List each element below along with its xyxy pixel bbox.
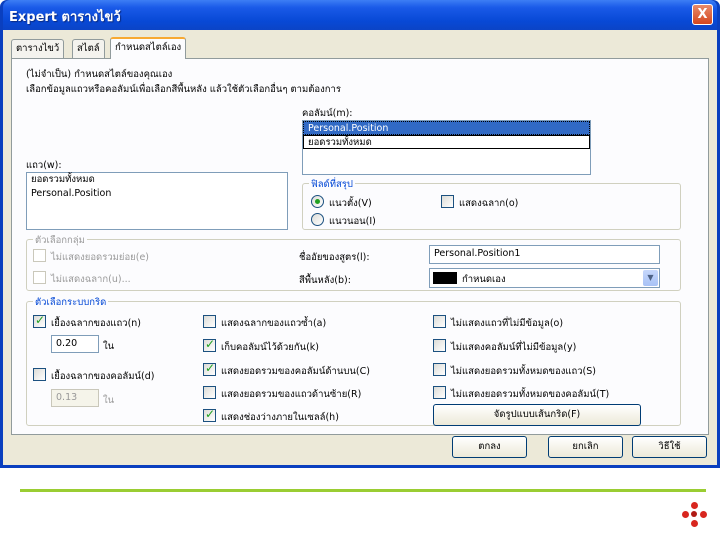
hide-row-grand-total-checkbox[interactable] <box>433 363 446 376</box>
cell-margins-checkbox[interactable] <box>203 407 216 422</box>
hide-empty-cols-checkbox[interactable] <box>433 339 446 352</box>
col-totals-top-checkbox[interactable] <box>203 361 216 376</box>
col-totals-top-label: แสดงยอดรวมของคอลัมน์ด้านบน(C) <box>221 366 370 377</box>
horizontal-radio[interactable] <box>311 213 324 226</box>
repeat-row-labels-label: แสดงฉลากของแถวซ้ำ(a) <box>221 318 327 329</box>
chevron-down-icon[interactable]: ▼ <box>643 270 658 286</box>
vertical-radio[interactable] <box>311 195 324 208</box>
summary-fields-group: ฟิลด์ที่สรุป แนวตั้ง(V) แนวนอน(I) แสดงฉล… <box>302 177 681 230</box>
indent-rows-checkbox[interactable] <box>33 313 46 328</box>
help-button[interactable]: วิธีใช้ <box>632 436 707 458</box>
hide-empty-rows-checkbox[interactable] <box>433 315 446 328</box>
dialog-body: ตารางไขว้ สไตล์ กำหนดสไตล์เอง (ไม่จำเป็น… <box>3 30 717 465</box>
grid-options-legend: ตัวเลือกระบบกริด <box>33 295 109 310</box>
rows-listbox[interactable]: ยอดรวมทั้งหมด Personal.Position <box>26 172 288 230</box>
row-totals-left-checkbox[interactable] <box>203 386 216 399</box>
show-label-checkbox[interactable] <box>441 195 454 208</box>
hide-label-checkbox[interactable] <box>33 271 46 284</box>
hide-col-grand-total-label: ไม่แสดงยอดรวมทั้งหมดของคอลัมน์(T) <box>451 389 610 400</box>
background-value: กำหนดเอง <box>462 274 506 285</box>
flower-logo-icon <box>680 500 710 530</box>
list-item[interactable]: ยอดรวมทั้งหมด <box>303 135 590 149</box>
hide-empty-cols-label: ไม่แสดงคอลัมน์ที่ไม่มีข้อมูล(y) <box>451 342 577 353</box>
show-label-text: แสดงฉลาก(o) <box>459 198 519 209</box>
hide-empty-rows-label: ไม่แสดงแถวที่ไม่มีข้อมูล(o) <box>451 318 564 329</box>
hide-subtotal-checkbox[interactable] <box>33 249 46 262</box>
columns-listbox[interactable]: Personal.Position ยอดรวมทั้งหมด <box>302 120 591 175</box>
color-swatch <box>433 272 457 284</box>
cell-margins-label: แสดงช่องว่างภายในเซลล์(h) <box>221 412 339 423</box>
intro-line-1: (ไม่จำเป็น) กำหนดสไตล์ของคุณเอง <box>26 69 173 80</box>
group-options-legend: ตัวเลือกกลุ่ม <box>33 233 87 248</box>
indent-rows-label: เยื้องฉลากของแถว(n) <box>51 318 142 329</box>
ok-button[interactable]: ตกลง <box>452 436 527 458</box>
window-title: Expert ตารางไขว้ <box>9 10 121 25</box>
list-item[interactable]: ยอดรวมทั้งหมด <box>27 173 287 187</box>
group-options-group: ตัวเลือกกลุ่ม ไม่แสดงยอดรวมย่อย(e) ไม่แส… <box>26 233 681 291</box>
keep-columns-label: เก็บคอลัมน์ไว้ด้วยกัน(k) <box>221 342 320 353</box>
indent-cols-input[interactable]: 0.13 <box>51 389 99 407</box>
hide-label-text: ไม่แสดงฉลาก(u)... <box>51 274 131 285</box>
format-gridlines-button[interactable]: จัดรูปแบบเส้นกริด(F) <box>433 404 641 426</box>
indent-cols-label: เยื้องฉลากของคอลัมน์(d) <box>51 371 155 382</box>
hide-row-grand-total-label: ไม่แสดงยอดรวมทั้งหมดของแถว(S) <box>451 366 596 377</box>
hide-col-grand-total-checkbox[interactable] <box>433 386 446 399</box>
expert-crosstab-dialog: Expert ตารางไขว้ X ตารางไขว้ สไตล์ กำหนด… <box>0 0 720 468</box>
background-label: สีพื้นหลัง(b): <box>299 275 351 286</box>
tab-crosstab[interactable]: ตารางไขว้ <box>11 39 65 58</box>
background-color-select[interactable]: กำหนดเอง ▼ <box>429 268 660 288</box>
hide-subtotal-label: ไม่แสดงยอดรวมย่อย(e) <box>51 252 150 263</box>
indent-rows-unit: ใน <box>103 341 115 352</box>
indent-cols-checkbox[interactable] <box>33 368 46 381</box>
alias-input[interactable]: Personal.Position1 <box>429 245 660 264</box>
vertical-label: แนวตั้ง(V) <box>329 198 372 209</box>
grid-options-group: ตัวเลือกระบบกริด เยื้องฉลากของแถว(n) 0.2… <box>26 295 681 426</box>
keep-columns-checkbox[interactable] <box>203 337 216 352</box>
horizontal-label: แนวนอน(I) <box>329 216 376 227</box>
summary-fields-legend: ฟิลด์ที่สรุป <box>309 177 355 192</box>
title-bar[interactable]: Expert ตารางไขว้ X <box>3 0 717 30</box>
tab-custom-style[interactable]: กำหนดสไตล์เอง <box>110 37 187 59</box>
accent-line <box>20 489 706 492</box>
repeat-row-labels-checkbox[interactable] <box>203 315 216 328</box>
row-totals-left-label: แสดงยอดรวมของแถวด้านซ้าย(R) <box>221 389 362 400</box>
indent-rows-input[interactable]: 0.20 <box>51 335 99 353</box>
intro-line-2: เลือกข้อมูลแถวหรือคอลัมน์เพื่อเลือกสีพื้… <box>26 84 341 95</box>
rows-label: แถว(w): <box>26 160 62 171</box>
list-item[interactable]: Personal.Position <box>303 121 590 135</box>
alias-label: ชื่ออัยของสูตร(l): <box>299 252 370 263</box>
tab-style[interactable]: สไตล์ <box>72 39 105 58</box>
cancel-button[interactable]: ยกเลิก <box>548 436 623 458</box>
tab-panel: (ไม่จำเป็น) กำหนดสไตล์ของคุณเอง เลือกข้อ… <box>11 58 709 435</box>
list-item[interactable]: Personal.Position <box>27 187 287 201</box>
close-button[interactable]: X <box>692 4 713 25</box>
indent-cols-unit: ใน <box>103 395 115 406</box>
columns-label: คอลัมน์(m): <box>302 108 353 119</box>
